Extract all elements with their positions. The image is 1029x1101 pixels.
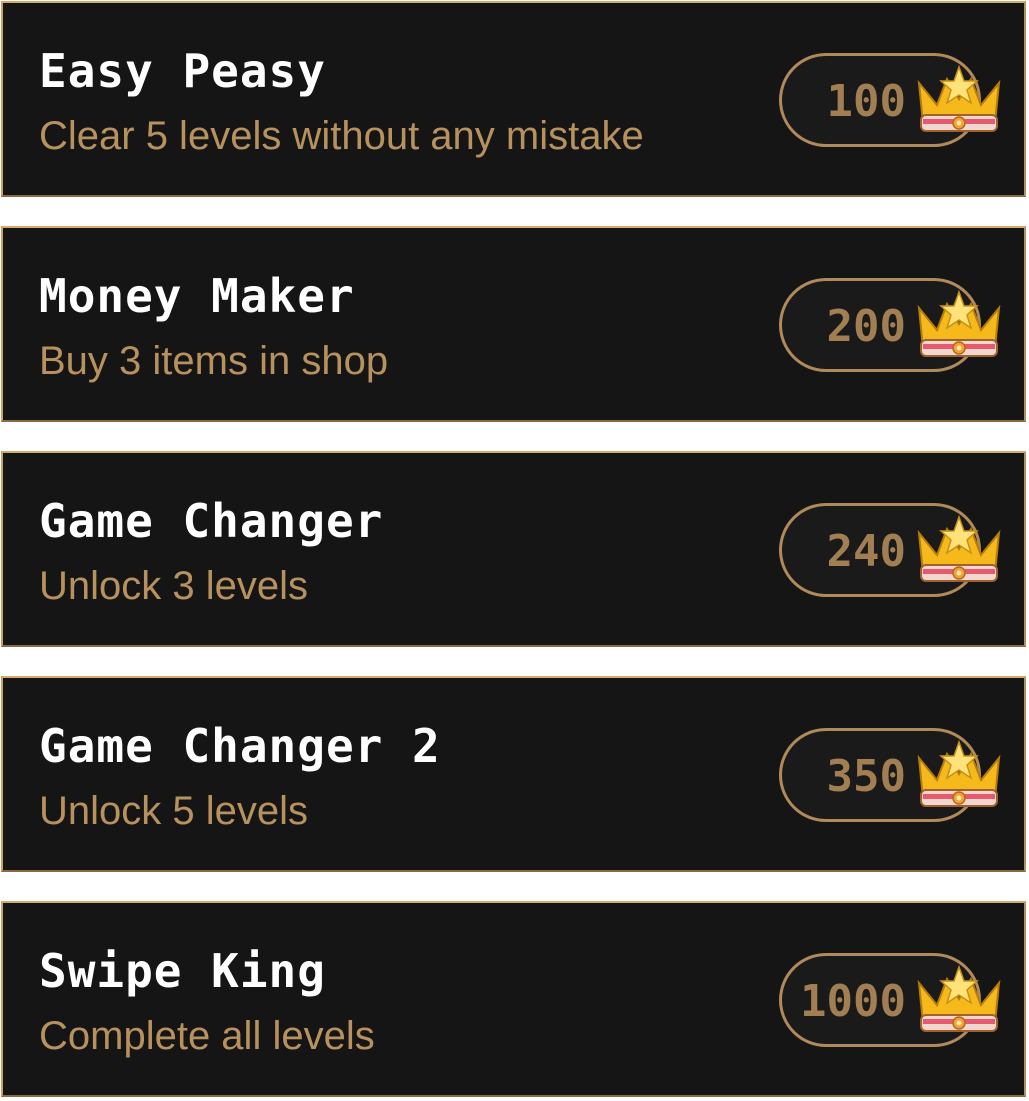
achievement-title: Game Changer (39, 494, 384, 548)
achievement-description: Unlock 3 levels (39, 564, 309, 608)
achievement-description: Buy 3 items in shop (39, 339, 389, 383)
reward-amount: 350 (826, 751, 906, 802)
achievement-card-easy-peasy[interactable]: Easy Peasy Clear 5 levels without any mi… (1, 1, 1026, 197)
crown-icon (917, 515, 1001, 582)
achievement-description: Complete all levels (39, 1014, 375, 1058)
reward-amount: 100 (826, 76, 906, 127)
crown-icon (917, 290, 1001, 357)
crown-icon (917, 965, 1001, 1032)
achievement-description: Clear 5 levels without any mistake (39, 114, 644, 158)
achievement-card-game-changer-2[interactable]: Game Changer 2 Unlock 5 levels 350 (1, 676, 1026, 872)
reward-amount: 240 (826, 526, 906, 577)
crown-icon (917, 65, 1001, 132)
achievements-list: Easy Peasy Clear 5 levels without any mi… (0, 0, 1029, 1101)
achievement-card-game-changer[interactable]: Game Changer Unlock 3 levels 240 (1, 451, 1026, 647)
achievement-title: Money Maker (39, 269, 355, 323)
crown-icon (917, 740, 1001, 807)
achievement-card-money-maker[interactable]: Money Maker Buy 3 items in shop 200 (1, 226, 1026, 422)
achievement-title: Swipe King (39, 944, 326, 998)
achievement-description: Unlock 5 levels (39, 789, 309, 833)
reward-amount: 200 (826, 301, 906, 352)
reward-amount: 1000 (800, 976, 906, 1027)
achievement-title: Easy Peasy (39, 44, 326, 98)
achievement-card-swipe-king[interactable]: Swipe King Complete all levels 1000 (1, 901, 1026, 1097)
achievement-title: Game Changer 2 (39, 719, 441, 773)
